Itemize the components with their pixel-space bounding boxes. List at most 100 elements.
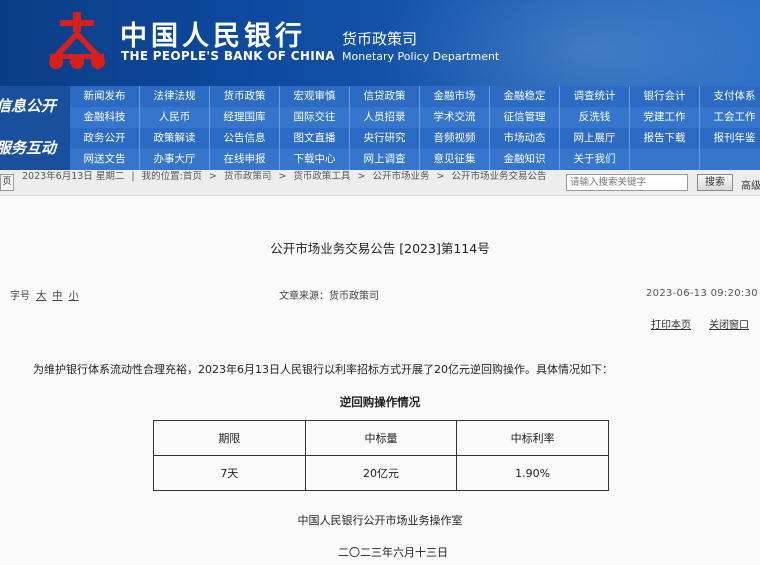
nav-item[interactable]: 报刊年鉴 — [700, 128, 760, 149]
nav-item[interactable]: 银行会计 — [630, 86, 700, 107]
breadcrumb-separator: > — [278, 171, 287, 182]
breadcrumb-link-department[interactable]: 货币政策司 — [224, 171, 272, 182]
nav-item[interactable]: 金融稳定 — [490, 86, 560, 107]
breadcrumb-bar: 页 2023年6月13日 星期二 | 我的位置:首页 > 货币政策司 > 货币政… — [0, 170, 760, 196]
print-page-link[interactable]: 打印本页 — [651, 316, 691, 331]
table-header-cell: 期限 — [153, 420, 306, 456]
nav-item[interactable]: 关于我们 — [560, 149, 630, 170]
signature-date: 二〇二三年六月十三日 — [338, 546, 448, 559]
nav-section-service: 服务互动 — [0, 128, 70, 170]
article-paragraph: 为维护银行体系流动性合理充裕，2023年6月13日人民银行以利率招标方式开展了2… — [33, 363, 613, 376]
table-title: 逆回购操作情况 — [339, 395, 421, 409]
site-header: 中国人民银行 THE PEOPLE'S BANK OF CHINA 货币政策司 … — [0, 0, 760, 86]
location-label: 我的位置: — [141, 171, 183, 182]
nav-item[interactable]: 宏观审慎 — [280, 86, 350, 107]
nav-item[interactable]: 党建工作 — [630, 107, 700, 128]
department-name-en: Monetary Policy Department — [342, 50, 500, 63]
nav-item[interactable]: 支付体系 — [700, 86, 760, 107]
nav-item[interactable]: 网送文告 — [70, 149, 140, 170]
nav-row: 金融科技 人民币 经理国库 国际交往 人员招录 学术交流 征信管理 反洗钱 党建… — [70, 107, 760, 128]
nav-item[interactable]: 意见征集 — [420, 149, 490, 170]
reverse-repo-table: 期限 中标量 中标利率 7天 20亿元 1.90% — [153, 420, 609, 491]
article-title: 公开市场业务交易公告 [2023]第114号 — [270, 241, 490, 256]
breadcrumb-separator: > — [208, 171, 217, 182]
nav-item[interactable]: 国际交往 — [280, 107, 350, 128]
font-size-large-button[interactable]: 大 — [36, 291, 46, 302]
nav-item[interactable]: 央行研究 — [350, 128, 420, 149]
nav-item[interactable]: 人员招录 — [350, 107, 420, 128]
nav-item[interactable]: 金融市场 — [420, 86, 490, 107]
signature: 中国人民银行公开市场业务操作室 — [297, 514, 463, 527]
nav-section-info-disclosure: 信息公开 — [0, 86, 70, 128]
nav-item[interactable]: 货币政策 — [210, 86, 280, 107]
nav-row: 新闻发布 法律法规 货币政策 宏观审慎 信贷政策 金融市场 金融稳定 调查统计 … — [70, 86, 760, 107]
current-date: 2023年6月13日 — [22, 171, 93, 182]
nav-item[interactable] — [700, 149, 760, 170]
home-button[interactable]: 页 — [0, 174, 14, 191]
nav-item[interactable]: 办事大厅 — [140, 149, 210, 170]
nav-item[interactable]: 报告下载 — [630, 128, 700, 149]
nav-item[interactable]: 下载中心 — [280, 149, 350, 170]
nav-item[interactable]: 政务公开 — [70, 128, 140, 149]
nav-item[interactable]: 音频视频 — [420, 128, 490, 149]
nav-item[interactable]: 金融科技 — [70, 107, 140, 128]
article-content: 公开市场业务交易公告 [2023]第114号 字号 大 中 小 文章来源：货币政… — [0, 197, 760, 565]
nav-item[interactable]: 人民币 — [140, 107, 210, 128]
pboc-emblem-icon[interactable] — [46, 10, 108, 72]
search-button[interactable]: 搜索 — [697, 174, 733, 191]
table-header-row: 期限 中标量 中标利率 — [153, 420, 609, 456]
nav-item[interactable]: 公告信息 — [210, 128, 280, 149]
breadcrumb-separator: > — [357, 171, 366, 182]
nav-section-label: 服务互动 — [0, 139, 56, 157]
table-cell: 1.90% — [456, 455, 609, 491]
department-name-cn[interactable]: 货币政策司 — [342, 28, 417, 49]
nav-item[interactable]: 学术交流 — [420, 107, 490, 128]
nav-item[interactable]: 调查统计 — [560, 86, 630, 107]
article-source: 文章来源：货币政策司 — [279, 291, 379, 302]
table-cell: 20亿元 — [304, 455, 458, 491]
nav-item[interactable]: 政策解读 — [140, 128, 210, 149]
nav-row: 政务公开 政策解读 公告信息 图文直播 央行研究 音频视频 市场动态 网上展厅 … — [70, 128, 760, 149]
search-input[interactable] — [566, 174, 688, 191]
main-navigation: 信息公开 服务互动 新闻发布 法律法规 货币政策 宏观审慎 信贷政策 金融市场 … — [0, 86, 760, 170]
nav-item[interactable]: 经理国库 — [210, 107, 280, 128]
breadcrumb-link-announcements[interactable]: 公开市场业务交易公告 — [452, 171, 547, 182]
table-cell: 7天 — [153, 455, 306, 491]
breadcrumb-link-home[interactable]: 首页 — [183, 171, 202, 182]
table-header-cell: 中标量 — [304, 420, 458, 456]
breadcrumb-link-omo[interactable]: 公开市场业务 — [372, 171, 429, 182]
nav-item[interactable]: 在线申报 — [210, 149, 280, 170]
font-size-medium-button[interactable]: 中 — [52, 291, 62, 302]
nav-item[interactable]: 信贷政策 — [350, 86, 420, 107]
nav-item[interactable]: 法律法规 — [140, 86, 210, 107]
font-size-label: 字号 — [10, 291, 30, 302]
nav-item[interactable]: 市场动态 — [490, 128, 560, 149]
font-size-small-button[interactable]: 小 — [69, 291, 79, 302]
nav-item[interactable] — [630, 149, 700, 170]
nav-item[interactable]: 反洗钱 — [560, 107, 630, 128]
breadcrumb-link-tools[interactable]: 货币政策工具 — [293, 171, 350, 182]
breadcrumb-separator: > — [436, 171, 445, 182]
nav-item[interactable]: 图文直播 — [280, 128, 350, 149]
table-row: 7天 20亿元 1.90% — [153, 455, 609, 491]
nav-row: 网送文告 办事大厅 在线申报 下载中心 网上调查 意见征集 金融知识 关于我们 — [70, 149, 760, 170]
table-header-cell: 中标利率 — [456, 420, 609, 456]
nav-item[interactable]: 新闻发布 — [70, 86, 140, 107]
site-title-en: THE PEOPLE'S BANK OF CHINA — [121, 49, 335, 63]
breadcrumb: 2023年6月13日 星期二 | 我的位置:首页 > 货币政策司 > 货币政策工… — [22, 171, 562, 182]
nav-item[interactable]: 征信管理 — [490, 107, 560, 128]
banner-sheen — [380, 0, 760, 86]
nav-grid: 新闻发布 法律法规 货币政策 宏观审慎 信贷政策 金融市场 金融稳定 调查统计 … — [70, 86, 760, 170]
nav-item[interactable]: 网上调查 — [350, 149, 420, 170]
current-weekday: 星期二 — [95, 171, 125, 182]
site-title-cn[interactable]: 中国人民银行 — [120, 14, 306, 53]
nav-item[interactable]: 金融知识 — [490, 149, 560, 170]
breadcrumb-separator: | — [131, 171, 135, 182]
close-window-link[interactable]: 关闭窗口 — [709, 316, 749, 331]
article-datetime: 2023-06-13 09:20:30 — [646, 288, 758, 299]
nav-item[interactable]: 工会工作 — [700, 107, 760, 128]
font-size-controls: 字号 大 中 小 — [10, 287, 79, 302]
advanced-search-link[interactable]: 高级 — [741, 177, 760, 192]
nav-item[interactable]: 网上展厅 — [560, 128, 630, 149]
nav-section-label: 信息公开 — [0, 97, 56, 115]
